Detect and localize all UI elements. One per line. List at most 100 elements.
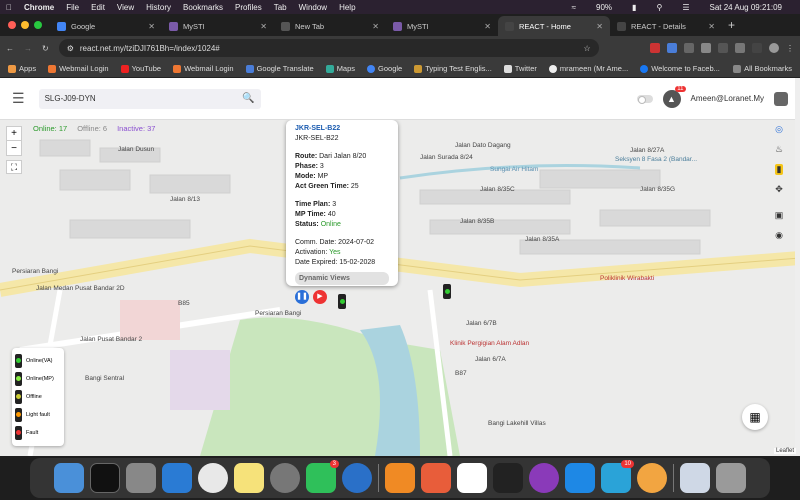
reload-icon[interactable]: ↻ [42, 44, 49, 53]
close-window-icon[interactable] [8, 21, 16, 29]
menu-profiles[interactable]: Profiles [235, 3, 262, 12]
map-view[interactable]: Jalan Dusun Jalan Surada 8/24 Jalan Dato… [0, 120, 800, 456]
cctv-toggle-icon[interactable]: ▣ [775, 210, 784, 221]
bookmark-typing-test[interactable]: Typing Test Englis... [414, 64, 492, 73]
pause-button[interactable]: ❚❚ [295, 290, 309, 304]
menu-edit[interactable]: Edit [91, 3, 105, 12]
forward-icon[interactable]: → [24, 44, 32, 53]
tab-mysti-2[interactable]: MySTI ✕ [386, 16, 498, 36]
chatgpt-icon[interactable] [493, 463, 523, 493]
telegram-icon[interactable]: 10 [601, 460, 634, 493]
bell-icon[interactable]: ♨ [775, 144, 783, 155]
zoom-out-button[interactable]: − [7, 141, 21, 155]
vlc-icon[interactable] [637, 463, 667, 493]
extension-translate-icon[interactable] [667, 43, 677, 53]
bookmark-maps[interactable]: Maps [325, 64, 355, 73]
site-info-icon[interactable]: ⚙ [67, 44, 74, 53]
page-scrollbar[interactable] [795, 78, 800, 456]
extensions-puzzle-icon[interactable] [735, 43, 745, 53]
maximize-window-icon[interactable] [34, 21, 42, 29]
menu-history[interactable]: History [146, 3, 171, 12]
launchpad-icon[interactable] [126, 463, 156, 493]
bookmark-twitter[interactable]: Twitter [503, 64, 537, 73]
move-icon[interactable]: ✥ [775, 184, 783, 195]
close-tab-icon[interactable]: ✕ [596, 22, 603, 31]
user-email[interactable]: Ameen@Loranet.My [691, 94, 765, 103]
menu-app-name[interactable]: Chrome [24, 3, 54, 12]
tab-google[interactable]: Google ✕ [50, 16, 162, 36]
document-icon[interactable] [680, 463, 710, 493]
popup-title[interactable]: JKR-SEL-B22 [295, 124, 389, 134]
close-tab-icon[interactable]: ✕ [372, 22, 379, 31]
settings-icon[interactable] [270, 463, 300, 493]
calendar-dock-icon[interactable] [457, 463, 487, 493]
extension-abp-icon[interactable] [650, 43, 660, 53]
whatsapp-icon[interactable]: 3 [306, 460, 339, 493]
menu-window[interactable]: Window [299, 3, 327, 12]
fullscreen-icon[interactable]: ⛶ [6, 160, 22, 174]
search-icon[interactable]: ⚲ [656, 3, 662, 12]
search-icon[interactable]: 🔍 [242, 93, 254, 104]
bookmark-apps[interactable]: Apps [8, 64, 36, 73]
mott-icon[interactable] [529, 463, 559, 493]
control-center-icon[interactable]: ☰ [682, 3, 689, 12]
bookmark-webmail-2[interactable]: Webmail Login [173, 64, 234, 73]
battery-icon[interactable]: ▮ [632, 3, 636, 12]
close-tab-icon[interactable]: ✕ [484, 22, 491, 31]
extension-icon[interactable] [701, 43, 711, 53]
pen-app-icon[interactable] [421, 463, 451, 493]
extension-icon[interactable] [684, 43, 694, 53]
bookmark-google-translate[interactable]: Google Translate [245, 64, 314, 73]
menu-kebab-icon[interactable]: ⋮ [786, 44, 794, 53]
bookmark-webmail-1[interactable]: Webmail Login [48, 64, 109, 73]
close-tab-icon[interactable]: ✕ [148, 22, 155, 31]
profile-avatar[interactable] [769, 43, 779, 53]
calendar-button[interactable]: ▦ [742, 404, 768, 430]
menu-tab[interactable]: Tab [274, 3, 287, 12]
terminal-icon[interactable] [90, 463, 120, 493]
camera-icon[interactable]: ◉ [775, 230, 783, 241]
extension-icon[interactable] [718, 43, 728, 53]
back-icon[interactable]: ← [6, 44, 14, 53]
sidebar-icon[interactable] [752, 43, 762, 53]
search-input[interactable]: SLG-J09-DYN [45, 94, 96, 103]
bookmark-facebook[interactable]: Welcome to Faceb... [640, 64, 720, 73]
leaflet-attribution[interactable]: Leaflet [773, 448, 796, 454]
finder-icon[interactable] [54, 463, 84, 493]
lock-icon[interactable] [774, 91, 788, 106]
tab-react-home[interactable]: REACT - Home ✕ [498, 16, 610, 36]
pin-app-icon[interactable] [342, 463, 372, 493]
tab-mysti-1[interactable]: MySTI ✕ [162, 16, 274, 36]
zoom-in-button[interactable]: + [7, 127, 21, 141]
close-tab-icon[interactable]: ✕ [708, 22, 715, 31]
menu-bookmarks[interactable]: Bookmarks [183, 3, 223, 12]
vscode-icon[interactable] [162, 463, 192, 493]
bookmark-google[interactable]: Google [367, 64, 402, 73]
new-tab-plus-icon[interactable]: + [728, 18, 735, 32]
tab-react-details[interactable]: REACT - Details ✕ [610, 16, 722, 36]
bookmark-youtube[interactable]: YouTube [120, 64, 161, 73]
url-text[interactable]: react.net.my/tziDJI761Bh=/index/1024# [80, 44, 220, 53]
menu-help[interactable]: Help [339, 3, 355, 12]
minimize-window-icon[interactable] [21, 21, 29, 29]
bookmark-github[interactable]: mrameen (Mr Ame... [548, 64, 628, 73]
bookmark-star-icon[interactable]: ☆ [584, 44, 591, 53]
battery-percent[interactable]: 90% [596, 3, 612, 12]
menu-file[interactable]: File [66, 3, 79, 12]
traffic-layer-icon[interactable]: ▮ [774, 164, 784, 175]
hamburger-menu-icon[interactable]: ☰ [12, 90, 25, 107]
tab-new-tab[interactable]: New Tab ✕ [274, 16, 386, 36]
chrome-icon[interactable] [198, 463, 228, 493]
apple-icon[interactable]:  [6, 3, 12, 12]
stop-button[interactable]: ▶ [313, 290, 327, 304]
all-bookmarks[interactable]: All Bookmarks [733, 64, 792, 73]
bluetooth-icon[interactable] [565, 463, 595, 493]
theme-toggle[interactable] [636, 94, 653, 104]
clock[interactable]: Sat 24 Aug 09:21:09 [709, 3, 782, 12]
menu-view[interactable]: View [117, 3, 134, 12]
locate-icon[interactable]: ◎ [775, 124, 783, 135]
notes-icon[interactable] [234, 463, 264, 493]
address-bar[interactable]: ⚙ react.net.my/tziDJI761Bh=/index/1024# … [58, 39, 599, 57]
dynamic-views-button[interactable]: Dynamic Views [295, 272, 389, 285]
search-box[interactable]: SLG-J09-DYN 🔍 [38, 88, 261, 109]
